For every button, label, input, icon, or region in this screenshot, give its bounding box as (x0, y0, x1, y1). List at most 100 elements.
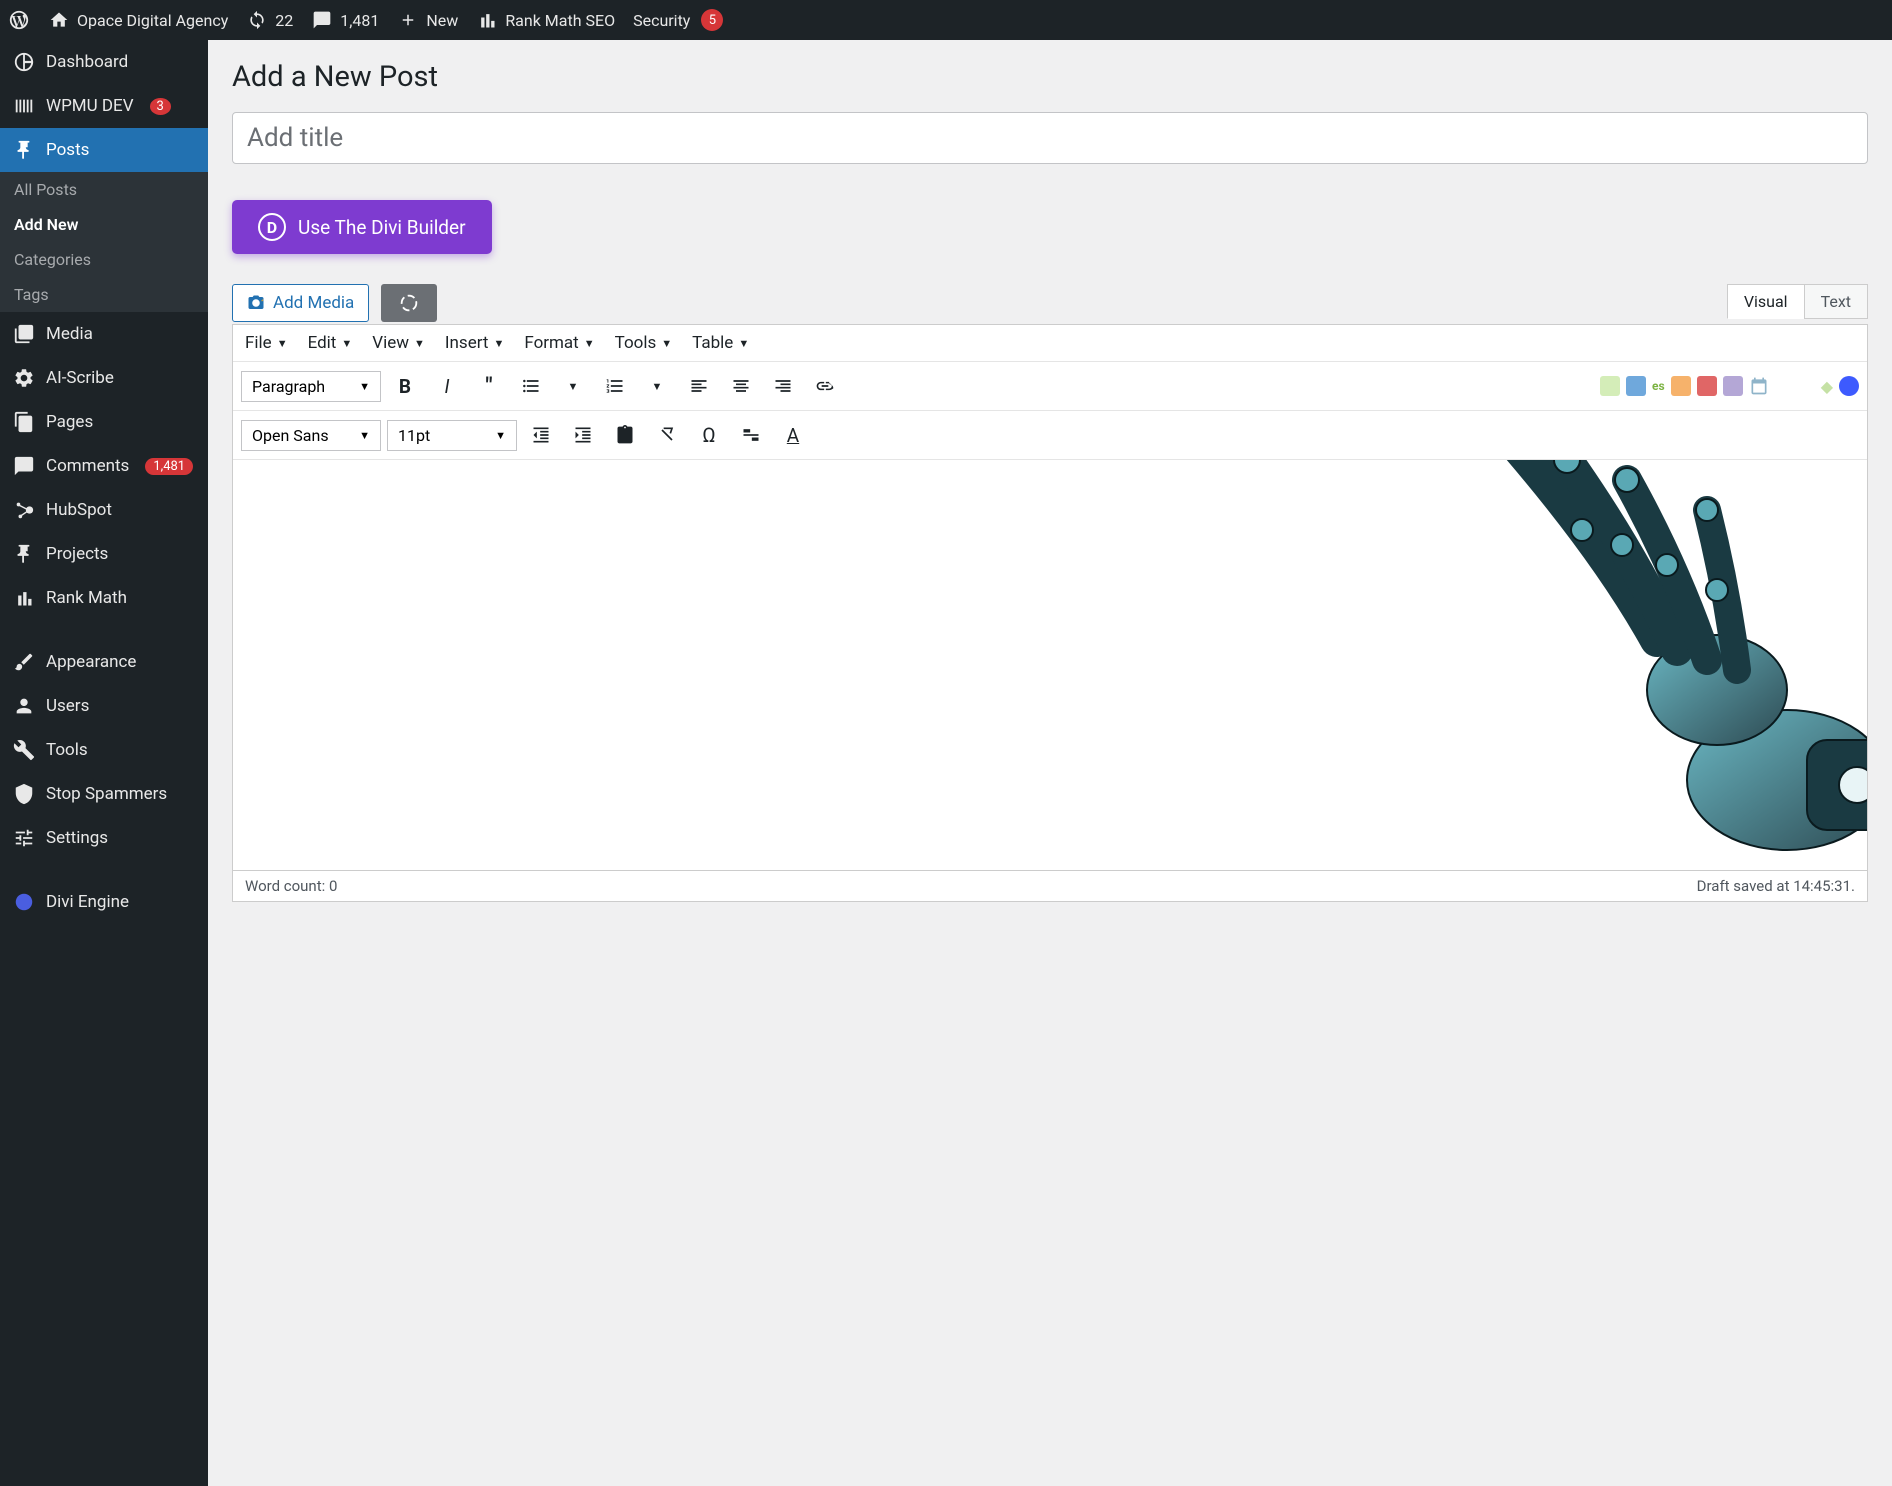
menu-format[interactable]: Format▼ (524, 333, 594, 353)
comments-badge: 1,481 (145, 458, 193, 475)
tab-visual[interactable]: Visual (1727, 284, 1805, 319)
sidebar-item-tools[interactable]: Tools (0, 728, 208, 772)
blockquote-button[interactable]: " (471, 368, 507, 404)
menu-tools[interactable]: Tools▼ (615, 333, 673, 353)
menu-file[interactable]: File▼ (245, 333, 288, 353)
toolbar-row-1: Paragraph▼ B I " ▼ ▼ es (233, 362, 1867, 411)
sidebar-item-diviengine[interactable]: Divi Engine (0, 880, 208, 924)
divi-logo-icon: D (258, 213, 286, 241)
submenu-categories[interactable]: Categories (0, 242, 208, 277)
special-char-button[interactable]: Ω (691, 417, 727, 453)
sidebar-item-projects[interactable]: Projects (0, 532, 208, 576)
draft-saved-status: Draft saved at 14:45:31. (1697, 877, 1855, 895)
menu-view[interactable]: View▼ (372, 333, 425, 353)
hr-button[interactable] (733, 417, 769, 453)
site-link[interactable]: Opace Digital Agency (48, 9, 228, 31)
sidebar-item-users[interactable]: Users (0, 684, 208, 728)
sidebar-item-settings[interactable]: Settings (0, 816, 208, 860)
rankmath-label: Rank Math SEO (505, 11, 615, 30)
submenu-add-new[interactable]: Add New (0, 207, 208, 242)
align-left-button[interactable] (681, 368, 717, 404)
wrench-icon (12, 738, 36, 762)
toolbar-row-2: Open Sans▼ 11pt▼ Ω A (233, 411, 1867, 460)
outdent-button[interactable] (523, 417, 559, 453)
sidebar-item-rankmath[interactable]: Rank Math (0, 576, 208, 620)
sidebar-item-aiscribe[interactable]: AI-Scribe (0, 356, 208, 400)
color-swatch-4[interactable] (1697, 376, 1717, 396)
extra-editor-button[interactable] (381, 284, 437, 322)
fontsize-select[interactable]: 11pt▼ (387, 420, 517, 451)
page-title: Add a New Post (232, 60, 1868, 94)
link-button[interactable] (807, 368, 843, 404)
updates-link[interactable]: 22 (246, 9, 293, 31)
sidebar-item-media[interactable]: Media (0, 312, 208, 356)
align-right-button[interactable] (765, 368, 801, 404)
sidebar-item-appearance[interactable]: Appearance (0, 640, 208, 684)
format-select[interactable]: Paragraph▼ (241, 371, 381, 402)
italic-button[interactable]: I (429, 368, 465, 404)
security-link[interactable]: Security 5 (633, 9, 723, 31)
bullet-list-button[interactable] (513, 368, 549, 404)
user-icon (12, 694, 36, 718)
loader-icon (398, 292, 420, 314)
sidebar-item-pages[interactable]: Pages (0, 400, 208, 444)
menu-insert[interactable]: Insert▼ (445, 333, 504, 353)
bold-button[interactable]: B (387, 368, 423, 404)
post-title-input[interactable] (232, 112, 1868, 164)
comments-link[interactable]: 1,481 (311, 9, 379, 31)
bar-chart-icon (476, 9, 498, 31)
sidebar-item-comments[interactable]: Comments 1,481 (0, 444, 208, 488)
comment-icon (311, 9, 333, 31)
editor-menubar: File▼ Edit▼ View▼ Insert▼ Format▼ Tools▼… (233, 325, 1867, 362)
bar-chart-icon (12, 586, 36, 610)
paste-button[interactable] (607, 417, 643, 453)
color-circle[interactable] (1839, 376, 1859, 396)
calendar-icon[interactable] (1749, 376, 1769, 396)
clear-format-button[interactable] (649, 417, 685, 453)
color-swatch-1[interactable] (1600, 376, 1620, 396)
security-badge: 5 (701, 9, 723, 31)
editor-statusbar: Word count: 0 Draft saved at 14:45:31. (233, 870, 1867, 901)
submenu-all-posts[interactable]: All Posts (0, 172, 208, 207)
color-swatch-2[interactable] (1626, 376, 1646, 396)
wpmudev-icon (12, 94, 36, 118)
add-media-button[interactable]: Add Media (232, 284, 369, 322)
editor-canvas[interactable] (233, 460, 1867, 870)
color-swatch-3[interactable] (1671, 376, 1691, 396)
sidebar-item-stopspammers[interactable]: Stop Spammers (0, 772, 208, 816)
robot-hand-image (1427, 460, 1867, 870)
sidebar-item-hubspot[interactable]: HubSpot (0, 488, 208, 532)
number-list-button[interactable] (597, 368, 633, 404)
pages-icon (12, 410, 36, 434)
sidebar-item-dashboard[interactable]: Dashboard (0, 40, 208, 84)
home-icon (48, 9, 70, 31)
bullet-list-dropdown[interactable]: ▼ (555, 368, 591, 404)
sidebar-item-posts[interactable]: Posts (0, 128, 208, 172)
menu-table[interactable]: Table▼ (692, 333, 749, 353)
color-swatch-5[interactable] (1723, 376, 1743, 396)
plus-icon (397, 9, 419, 31)
sliders-icon (12, 826, 36, 850)
comments-icon (12, 454, 36, 478)
align-center-button[interactable] (723, 368, 759, 404)
submenu-tags[interactable]: Tags (0, 277, 208, 312)
updates-count: 22 (275, 11, 293, 30)
wpmudev-badge: 3 (150, 98, 171, 115)
indent-button[interactable] (565, 417, 601, 453)
font-select[interactable]: Open Sans▼ (241, 420, 381, 451)
number-list-dropdown[interactable]: ▼ (639, 368, 675, 404)
droplet-icon[interactable]: ◆ (1821, 377, 1833, 396)
rankmath-link[interactable]: Rank Math SEO (476, 9, 615, 31)
admin-sidebar: Dashboard WPMU DEV 3 Posts All Posts Add… (0, 40, 208, 1486)
sidebar-item-wpmudev[interactable]: WPMU DEV 3 (0, 84, 208, 128)
posts-submenu: All Posts Add New Categories Tags (0, 172, 208, 312)
menu-edit[interactable]: Edit▼ (308, 333, 353, 353)
gear-icon (12, 366, 36, 390)
shield-icon (12, 782, 36, 806)
text-color-button[interactable]: A (775, 417, 811, 453)
wp-logo[interactable] (8, 9, 30, 31)
divi-builder-button[interactable]: D Use The Divi Builder (232, 200, 492, 254)
dashboard-icon (12, 50, 36, 74)
new-link[interactable]: New (397, 9, 458, 31)
tab-text[interactable]: Text (1804, 284, 1868, 319)
